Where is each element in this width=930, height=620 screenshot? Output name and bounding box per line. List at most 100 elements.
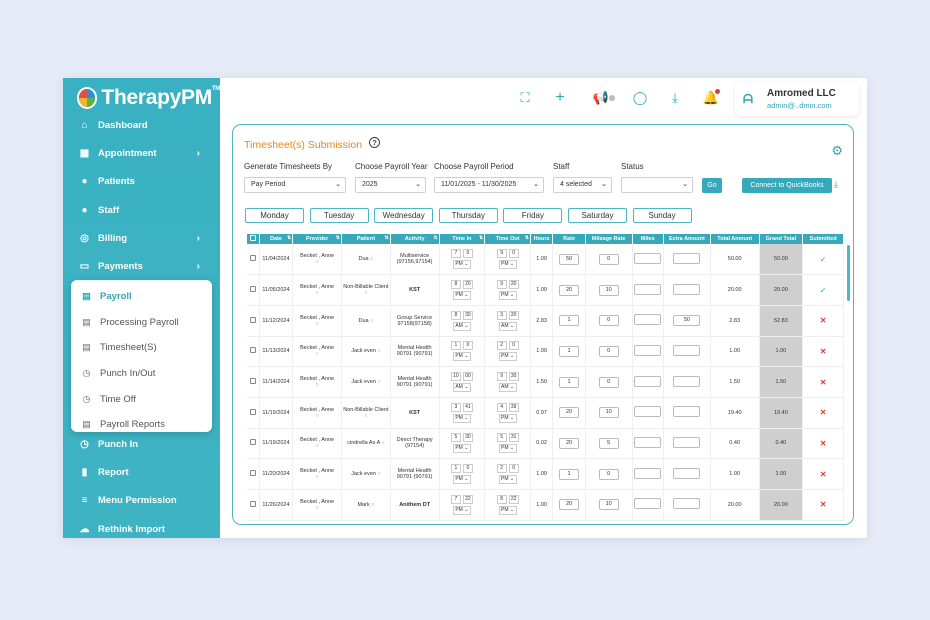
time-out-ampm-select[interactable]: PM ⌄ — [498, 475, 517, 485]
column-header[interactable]: Mileage Rate — [585, 234, 633, 244]
extra-amount-input[interactable] — [673, 283, 701, 295]
time-in-hour[interactable]: 1 — [450, 341, 461, 351]
chat-icon[interactable]: ◯ — [633, 90, 648, 105]
table-row[interactable]: 11/20/2024 Becket , Anne ○ Jack even ○ Me… — [247, 458, 844, 490]
submenu-item-processing-payroll[interactable]: ▤ Processing Payroll — [71, 310, 212, 336]
info-icon[interactable]: ○ — [370, 318, 373, 324]
column-header[interactable]: Date ⇅ — [259, 234, 294, 244]
time-in-picker[interactable]: 3 41 PM ⌄ — [440, 402, 485, 423]
mileage-rate-input[interactable]: 0 — [598, 253, 619, 265]
megaphone-icon[interactable]: 📢 — [593, 90, 609, 105]
rate-input[interactable]: 20 — [559, 499, 580, 511]
table-row[interactable]: 11/14/2024 Becket , Anne ○ Jack even ○ Me… — [247, 366, 844, 398]
mileage-rate-input[interactable]: 10 — [598, 407, 619, 419]
extra-amount-input[interactable] — [673, 436, 701, 448]
fullscreen-icon[interactable]: ⛶ — [518, 90, 532, 105]
info-icon[interactable]: ○ — [381, 440, 384, 446]
period-select[interactable]: 11/01/2025 - 11/30/2025 ⌄ — [434, 177, 544, 193]
time-in-hour[interactable]: 8 — [450, 310, 461, 320]
row-checkbox[interactable] — [249, 408, 256, 415]
mileage-rate-input[interactable]: 10 — [598, 499, 619, 511]
miles-input[interactable] — [634, 252, 662, 264]
time-out-hour[interactable]: 2 — [496, 464, 507, 474]
day-button-sunday[interactable]: Sunday — [632, 208, 692, 223]
sidebar-item-rethink-import[interactable]: ☁ Rethink Import — [63, 515, 220, 538]
rate-input[interactable]: 1 — [559, 376, 580, 388]
sort-icon[interactable]: ⇅ — [479, 235, 483, 241]
rate-input[interactable]: 50 — [559, 253, 580, 265]
time-in-minute[interactable]: 41 — [462, 402, 473, 412]
time-out-picker[interactable]: 9 30 AM ⌄ — [485, 372, 530, 393]
miles-input[interactable] — [634, 498, 662, 510]
time-out-ampm-select[interactable]: AM ⌄ — [498, 383, 517, 393]
mileage-rate-input[interactable]: 10 — [598, 284, 619, 296]
time-out-picker[interactable]: 8 22 PM ⌄ — [485, 494, 530, 515]
go-button[interactable]: Go — [702, 178, 722, 193]
info-icon[interactable]: ○ — [316, 351, 319, 357]
day-button-thursday[interactable]: Thursday — [438, 208, 498, 223]
info-icon[interactable]: ○ — [316, 259, 319, 265]
info-icon[interactable]: ○ — [316, 474, 319, 480]
time-out-picker[interactable]: 90 PM ⌄ — [485, 249, 530, 270]
sidebar-item-menu-permission[interactable]: ≡ Menu Permission — [63, 487, 220, 515]
time-in-minute[interactable]: 0 — [462, 464, 473, 474]
time-in-ampm-select[interactable]: PM ⌄ — [452, 413, 471, 423]
column-header[interactable]: Submitted — [802, 234, 844, 244]
sort-icon[interactable]: ⇅ — [433, 235, 437, 241]
sidebar-item-payments[interactable]: ▭ Payments › — [63, 252, 220, 280]
download-icon[interactable]: ⤓ — [668, 90, 682, 105]
table-row[interactable]: 11/26/2024 Becket , Anne ○ Mark ○ Anithem… — [247, 489, 844, 521]
info-icon[interactable]: ○ — [316, 505, 319, 511]
column-header[interactable]: Time Out ⇅ — [484, 234, 531, 244]
rate-input[interactable]: 1 — [559, 468, 580, 480]
user-profile[interactable]: ᗩ Amromed LLC admin@..dmin.com — [735, 82, 859, 116]
info-icon[interactable]: ○ — [370, 256, 373, 262]
column-header[interactable]: Provider ⇅ — [292, 234, 342, 244]
time-out-hour[interactable]: 9 — [496, 372, 507, 382]
connect-quickbooks-button[interactable]: Connect to QuickBooks — [742, 178, 832, 193]
close-icon[interactable]: ✕ — [820, 378, 827, 387]
time-out-hour[interactable]: 9 — [496, 249, 507, 259]
time-in-ampm-select[interactable]: AM ⌄ — [452, 321, 471, 331]
time-in-picker[interactable]: 7 22 PM ⌄ — [440, 494, 485, 515]
info-icon[interactable]: ○ — [316, 290, 319, 296]
time-in-minute[interactable]: 00 — [462, 372, 473, 382]
column-header[interactable]: Grand Total — [759, 234, 804, 244]
time-out-hour[interactable]: 4 — [496, 402, 507, 412]
row-checkbox[interactable] — [249, 500, 256, 507]
miles-input[interactable] — [634, 314, 662, 326]
day-button-monday[interactable]: Monday — [245, 208, 304, 223]
miles-input[interactable] — [634, 436, 662, 448]
time-in-hour[interactable]: 10 — [450, 372, 461, 382]
time-in-ampm-select[interactable]: PM ⌄ — [452, 444, 471, 454]
time-in-picker[interactable]: 10 PM ⌄ — [440, 341, 485, 362]
time-out-minute[interactable]: 30 — [508, 372, 519, 382]
info-icon[interactable]: ○ — [316, 413, 319, 419]
time-out-ampm-select[interactable]: PM ⌄ — [498, 352, 517, 362]
help-icon[interactable]: ? — [369, 137, 380, 148]
rate-input[interactable]: 20 — [559, 437, 580, 449]
time-out-minute[interactable]: 31 — [508, 433, 519, 443]
time-in-picker[interactable]: 70 PM ⌄ — [440, 249, 485, 270]
extra-amount-input[interactable] — [673, 375, 701, 387]
time-out-ampm-select[interactable]: PM ⌄ — [498, 291, 517, 301]
extra-amount-input[interactable] — [673, 344, 701, 356]
gear-icon[interactable]: ⚙ — [831, 143, 843, 159]
day-button-saturday[interactable]: Saturday — [567, 208, 627, 223]
time-out-hour[interactable]: 9 — [496, 280, 507, 290]
time-in-picker[interactable]: 8 20 PM ⌄ — [440, 280, 485, 301]
day-button-wednesday[interactable]: Wednesday — [374, 208, 434, 223]
rate-input[interactable]: 20 — [559, 284, 580, 296]
info-icon[interactable]: ○ — [378, 471, 381, 477]
column-header[interactable]: Activity ⇅ — [390, 234, 440, 244]
close-icon[interactable]: ✕ — [820, 408, 827, 417]
time-out-picker[interactable]: 20 PM ⌄ — [485, 464, 530, 485]
download-icon[interactable]: ⤓ — [834, 179, 838, 190]
sidebar-item-dashboard[interactable]: ⌂ Dashboard — [63, 111, 220, 139]
info-icon[interactable]: ○ — [316, 443, 319, 449]
submenu-item-payroll-reports[interactable]: ▤ Payroll Reports — [71, 412, 212, 438]
time-in-minute[interactable]: 30 — [462, 310, 473, 320]
column-header[interactable]: Extra Amount — [663, 234, 711, 244]
time-in-ampm-select[interactable]: PM ⌄ — [452, 352, 471, 362]
mileage-rate-input[interactable]: 0 — [598, 315, 619, 327]
